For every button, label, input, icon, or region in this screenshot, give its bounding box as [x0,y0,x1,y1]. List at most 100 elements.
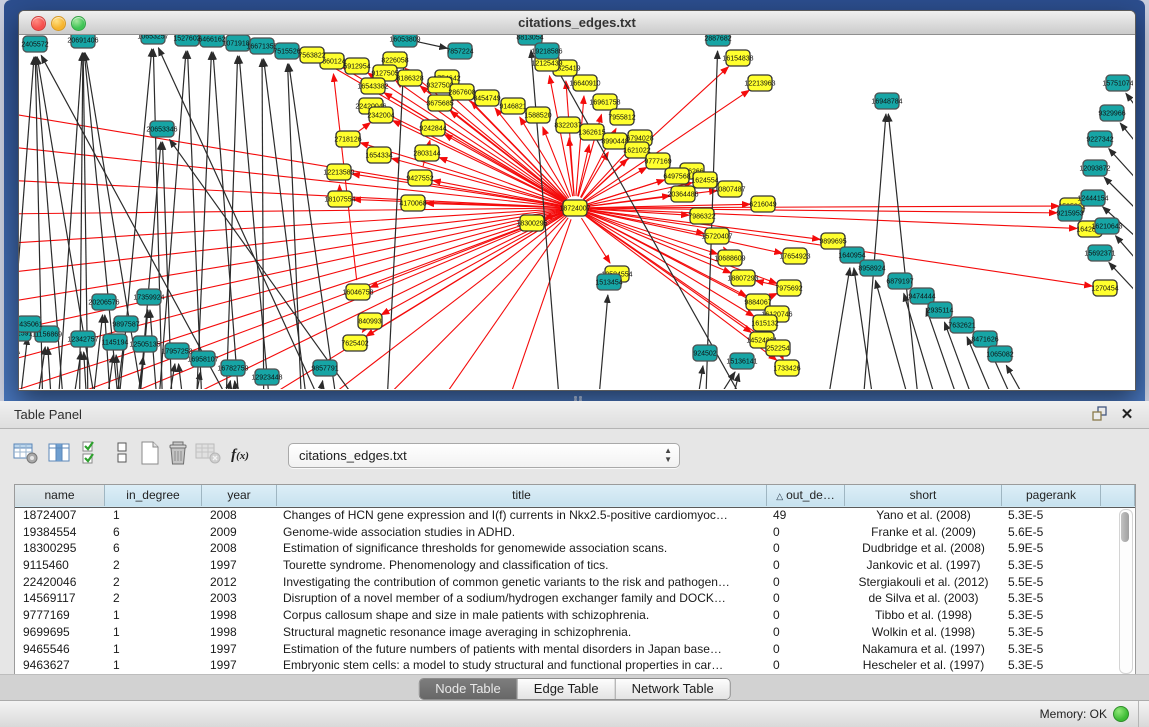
table-cell[interactable]: 2009 [202,524,277,541]
table-cell[interactable]: 5.6E-5 [1002,524,1101,541]
table-cell[interactable]: 19384554 [15,524,105,541]
table-cell[interactable]: 1997 [202,557,277,574]
table-cell[interactable]: 9465546 [15,641,105,658]
scrollbar-thumb[interactable] [1121,512,1129,542]
table-cell[interactable]: 1997 [202,657,277,674]
table-cell[interactable]: 1 [105,507,202,524]
table-cell[interactable]: 1997 [202,641,277,658]
table-mode-button[interactable] [12,441,40,469]
column-header-in_degree[interactable]: in_degree [105,485,202,506]
table-row[interactable]: 911546021997Tourette syndrome. Phenomeno… [15,557,1101,574]
table-cell[interactable]: 2 [105,557,202,574]
table-cell[interactable]: 9463627 [15,657,105,674]
network-canvas[interactable]: 1872400718300295822605891275058186328175… [19,35,1133,389]
table-cell[interactable]: Embryonic stem cells: a model to study s… [277,657,767,674]
table-cell[interactable]: 18300295 [15,540,105,557]
table-cell[interactable]: 2008 [202,540,277,557]
table-cell[interactable]: 0 [767,607,845,624]
table-cell[interactable]: Dudbridge et al. (2008) [845,540,1002,557]
tab-network-table[interactable]: Network Table [615,679,730,699]
table-cell[interactable]: 6 [105,540,202,557]
table-cell[interactable]: 5.3E-5 [1002,507,1101,524]
table-cell[interactable]: Genome-wide association studies in ADHD. [277,524,767,541]
column-header-year[interactable]: year [202,485,277,506]
table-cell[interactable]: 2012 [202,574,277,591]
table-cell[interactable]: 2 [105,590,202,607]
table-cell[interactable]: 49 [767,507,845,524]
table-cell[interactable]: 0 [767,574,845,591]
table-cell[interactable]: 1998 [202,624,277,641]
table-row[interactable]: 1830029562008Estimation of significance … [15,540,1101,557]
table-cell[interactable]: 5.3E-5 [1002,624,1101,641]
column-header-out_de[interactable]: △out_de… [767,485,845,506]
table-cell[interactable]: 0 [767,641,845,658]
table-cell[interactable]: de Silva et al. (2003) [845,590,1002,607]
column-header-short[interactable]: short [845,485,1002,506]
table-selector-dropdown[interactable]: citations_edges.txt ▲▼ [288,443,680,468]
table-cell[interactable]: Tourette syndrome. Phenomenology and cla… [277,557,767,574]
network-window-titlebar[interactable]: citations_edges.txt [19,11,1135,35]
table-cell[interactable]: 5.3E-5 [1002,590,1101,607]
table-cell[interactable]: 5.3E-5 [1002,657,1101,674]
column-header-title[interactable]: title [277,485,767,506]
table-cell[interactable]: 0 [767,557,845,574]
row-height-button[interactable] [108,441,136,469]
table-cell[interactable]: Jankovic et al. (1997) [845,557,1002,574]
table-cell[interactable]: Nakamura et al. (1997) [845,641,1002,658]
table-cell[interactable]: 9777169 [15,607,105,624]
table-cell[interactable]: Stergiakouli et al. (2012) [845,574,1002,591]
table-cell[interactable]: 2 [105,574,202,591]
table-cell[interactable]: 5.3E-5 [1002,607,1101,624]
table-row[interactable]: 1456911722003Disruption of a novel membe… [15,590,1101,607]
table-row[interactable]: 1938455462009Genome-wide association stu… [15,524,1101,541]
table-row[interactable]: 977716911998Corpus callosum shape and si… [15,607,1101,624]
table-row[interactable]: 1872400712008Changes of HCN gene express… [15,507,1101,524]
table-scrollbar[interactable] [1119,509,1133,674]
table-cell[interactable]: Hescheler et al. (1997) [845,657,1002,674]
column-header-name[interactable]: name [15,485,105,506]
table-cell[interactable]: Corpus callosum shape and size in male p… [277,607,767,624]
table-cell[interactable]: 1 [105,624,202,641]
function-builder-button[interactable]: f(x) [226,441,254,469]
table-cell[interactable]: 2008 [202,507,277,524]
table-cell[interactable]: Wolkin et al. (1998) [845,624,1002,641]
table-cell[interactable]: Disruption of a novel member of a sodium… [277,590,767,607]
column-header-pagerank[interactable]: pagerank [1002,485,1101,506]
new-column-button[interactable] [136,441,164,469]
table-row[interactable]: 946554611997Estimation of the future num… [15,641,1101,658]
table-cell[interactable]: Yano et al. (2008) [845,507,1002,524]
table-cell[interactable]: 0 [767,524,845,541]
delete-column-button[interactable] [164,441,192,469]
table-cell[interactable]: 2003 [202,590,277,607]
table-cell[interactable]: 1998 [202,607,277,624]
table-cell[interactable]: 5.5E-5 [1002,574,1101,591]
table-cell[interactable]: 1 [105,607,202,624]
table-cell[interactable]: 9699695 [15,624,105,641]
table-cell[interactable]: 1 [105,657,202,674]
table-cell[interactable]: Changes of HCN gene expression and I(f) … [277,507,767,524]
table-cell[interactable]: Structural magnetic resonance image aver… [277,624,767,641]
table-cell[interactable]: 9115460 [15,557,105,574]
table-cell[interactable]: Tibbo et al. (1998) [845,607,1002,624]
table-cell[interactable]: Estimation of the future numbers of pati… [277,641,767,658]
table-cell[interactable]: 6 [105,524,202,541]
table-cell[interactable]: 5.3E-5 [1002,641,1101,658]
select-rows-button[interactable] [78,441,106,469]
float-panel-button[interactable] [1089,405,1109,425]
table-cell[interactable]: 0 [767,657,845,674]
close-panel-button[interactable]: ✕ [1117,405,1137,425]
table-cell[interactable]: Franke et al. (2009) [845,524,1002,541]
table-cell[interactable]: 0 [767,624,845,641]
table-cell[interactable]: Investigating the contribution of common… [277,574,767,591]
table-cell[interactable]: 18724007 [15,507,105,524]
column-visibility-button[interactable] [46,441,74,469]
memory-status-indicator[interactable] [1113,706,1129,722]
table-cell[interactable]: 0 [767,540,845,557]
tab-node-table[interactable]: Node Table [419,679,517,699]
table-cell[interactable]: 14569117 [15,590,105,607]
tab-edge-table[interactable]: Edge Table [517,679,615,699]
table-cell[interactable]: 0 [767,590,845,607]
table-cell[interactable]: 5.9E-5 [1002,540,1101,557]
table-row[interactable]: 946362711997Embryonic stem cells: a mode… [15,657,1101,674]
table-cell[interactable]: 5.3E-5 [1002,557,1101,574]
